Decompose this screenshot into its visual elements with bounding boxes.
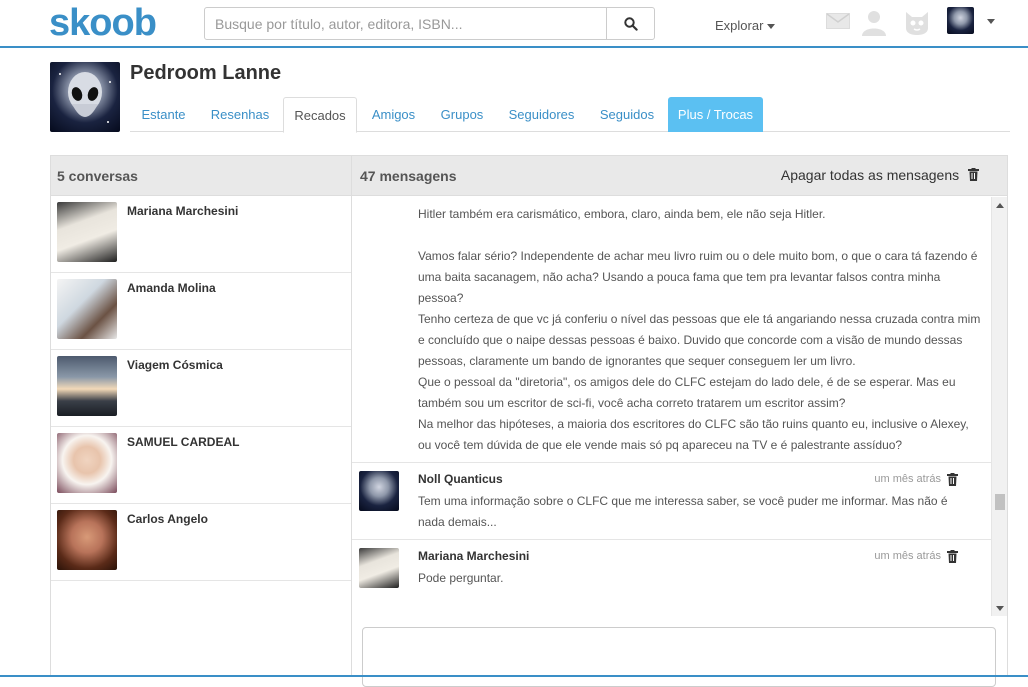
conversation-name: Viagem Cósmica [127, 358, 223, 372]
message-paragraph: Hitler também era carismático, embora, c… [418, 207, 826, 221]
tab-seguidores[interactable]: Seguidores [496, 97, 587, 132]
delete-all-label: Apagar todas as mensagens [780, 167, 960, 183]
conversation-name: SAMUEL CARDEAL [127, 435, 240, 449]
avatar [57, 510, 117, 570]
top-navbar: skoob Explorar [0, 0, 1028, 48]
trash-icon[interactable] [947, 550, 958, 563]
tab-plus-trocas[interactable]: Plus / Trocas [668, 97, 763, 132]
chevron-down-icon [767, 24, 776, 30]
avatar [57, 433, 117, 493]
user-icon[interactable] [860, 8, 888, 36]
conversation-item[interactable]: Carlos Angelo [51, 504, 352, 581]
skoob-logo[interactable]: skoob [49, 2, 157, 45]
alien-avatar-image [59, 72, 111, 123]
messages-scroll-area[interactable]: Hitler também era carismático, embora, c… [352, 197, 991, 616]
messages-scrollbar[interactable] [991, 197, 1007, 616]
message-item: Mariana Marchesini um mês atrás Pode per… [352, 539, 991, 616]
messages-panel: 47 mensagens Apagar todas as mensagens H… [351, 155, 1008, 687]
message-text: Tem uma informação sobre o CLFC que me i… [418, 494, 948, 529]
explore-menu[interactable]: Explorar [715, 18, 776, 33]
tab-grupos[interactable]: Grupos [429, 97, 495, 132]
tab-seguidos[interactable]: Seguidos [588, 97, 666, 132]
message-item: Noll Quanticus um mês atrás Tem uma info… [352, 462, 991, 539]
avatar [57, 279, 117, 339]
chevron-down-icon[interactable] [987, 19, 995, 24]
conversations-title: 5 conversas [51, 156, 352, 196]
message-paragraph: Vamos falar sério? Independente de achar… [418, 249, 978, 305]
conversations-panel: 5 conversas Mariana Marchesini Amanda Mo… [50, 155, 352, 677]
message-text: Pode perguntar. [418, 571, 504, 585]
profile-name: Pedroom Lanne [130, 62, 282, 84]
message-continued-text: Hitler também era carismático, embora, c… [418, 204, 984, 456]
message-time: um mês atrás [874, 550, 941, 562]
explore-label: Explorar [715, 18, 764, 33]
tab-amigos[interactable]: Amigos [360, 97, 427, 132]
trash-icon [968, 168, 979, 181]
message-paragraph: Tenho certeza de que vc já conferiu o ní… [418, 312, 981, 368]
conversation-item[interactable]: Amanda Molina [51, 273, 352, 350]
conversation-name: Carlos Angelo [127, 512, 208, 526]
message-compose-input[interactable] [362, 627, 996, 687]
message-paragraph [418, 225, 984, 246]
scroll-down-icon[interactable] [992, 600, 1008, 616]
avatar [359, 548, 399, 588]
conversation-item[interactable]: SAMUEL CARDEAL [51, 427, 352, 504]
avatar [57, 202, 117, 262]
conversation-name: Mariana Marchesini [127, 204, 239, 218]
trash-icon[interactable] [947, 473, 958, 486]
conversation-name: Amanda Molina [127, 281, 216, 295]
search-box [204, 7, 655, 40]
delete-all-button[interactable]: Apagar todas as mensagens [781, 167, 979, 183]
search-button[interactable] [606, 8, 655, 39]
user-avatar-menu[interactable] [947, 7, 974, 34]
profile-avatar [50, 62, 120, 132]
message-time: um mês atrás [874, 473, 941, 485]
message-author[interactable]: Mariana Marchesini [418, 549, 529, 563]
mail-icon[interactable] [826, 13, 850, 29]
scroll-up-icon[interactable] [992, 197, 1008, 213]
avatar [359, 471, 399, 511]
profile-tabs: Estante Resenhas Recados Amigos Grupos S… [130, 97, 1010, 133]
tab-recados[interactable]: Recados [283, 97, 357, 133]
avatar [57, 356, 117, 416]
conversation-item[interactable]: Viagem Cósmica [51, 350, 352, 427]
scrollbar-thumb[interactable] [995, 494, 1005, 510]
tab-estante[interactable]: Estante [130, 97, 197, 132]
message-paragraph: Que o pessoal da "diretoria", os amigos … [418, 375, 956, 410]
message-paragraph: Na melhor das hipóteses, a maioria dos e… [418, 417, 969, 452]
messages-header: 47 mensagens Apagar todas as mensagens [352, 156, 1007, 196]
conversation-item[interactable]: Mariana Marchesini [51, 196, 352, 273]
search-icon [624, 16, 638, 31]
cat-icon[interactable] [903, 8, 931, 36]
message-author[interactable]: Noll Quanticus [418, 472, 503, 486]
search-input[interactable] [205, 8, 605, 39]
messages-count: 47 mensagens [360, 168, 457, 184]
tab-resenhas[interactable]: Resenhas [198, 97, 282, 132]
